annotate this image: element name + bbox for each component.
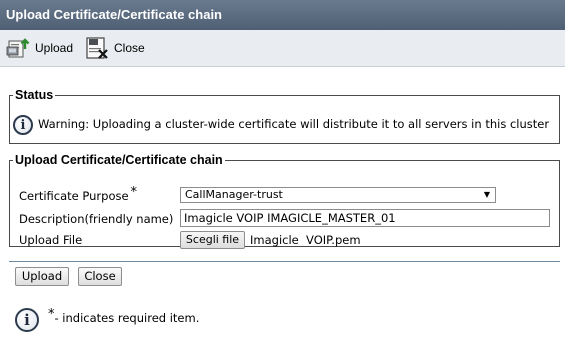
toolbar-upload-label: Upload xyxy=(35,41,74,55)
upload-button[interactable]: Upload xyxy=(15,267,69,286)
upload-icon xyxy=(6,36,30,60)
info-icon: i xyxy=(13,115,33,135)
toolbar: Upload Close xyxy=(0,30,565,67)
certificate-purpose-select[interactable]: CallManager-trust ▼ xyxy=(180,187,496,203)
footnote: i xyxy=(15,308,39,332)
certificate-purpose-row: Certificate Purpose * xyxy=(19,185,137,204)
selected-file-name: Imagicle VOIP.pem xyxy=(250,233,361,247)
footnote-text-row: *- indicates required item. xyxy=(48,307,200,326)
info-icon: i xyxy=(15,308,39,332)
dropdown-arrow-icon: ▼ xyxy=(483,190,490,199)
certificate-purpose-label: Certificate Purpose xyxy=(19,189,129,203)
toolbar-upload-button[interactable]: Upload xyxy=(6,36,73,60)
toolbar-close-button[interactable]: Close xyxy=(85,36,145,60)
footnote-text: - indicates required item. xyxy=(54,311,200,325)
certificate-purpose-value: CallManager-trust xyxy=(185,188,283,201)
required-mark: * xyxy=(130,185,138,200)
upload-certificate-legend: Upload Certificate/Certificate chain xyxy=(15,153,223,167)
status-message: Warning: Uploading a cluster-wide certif… xyxy=(38,117,550,131)
close-button[interactable]: Close xyxy=(78,267,122,286)
upload-file-label: Upload File xyxy=(19,233,83,247)
toolbar-close-label: Close xyxy=(114,41,145,55)
footnote-star: * xyxy=(48,307,55,322)
description-input[interactable] xyxy=(180,209,550,227)
upload-certificate-section: Upload Certificate/Certificate chain Cer… xyxy=(9,153,560,249)
status-section: Status i Warning: Uploading a cluster-wi… xyxy=(9,88,560,144)
window-title: Upload Certificate/Certificate chain xyxy=(0,0,565,30)
separator xyxy=(9,261,560,262)
close-doc-icon xyxy=(85,36,109,60)
choose-file-button[interactable]: Scegli file xyxy=(180,231,245,249)
status-legend: Status xyxy=(15,88,54,102)
description-label: Description(friendly name) xyxy=(19,212,174,226)
